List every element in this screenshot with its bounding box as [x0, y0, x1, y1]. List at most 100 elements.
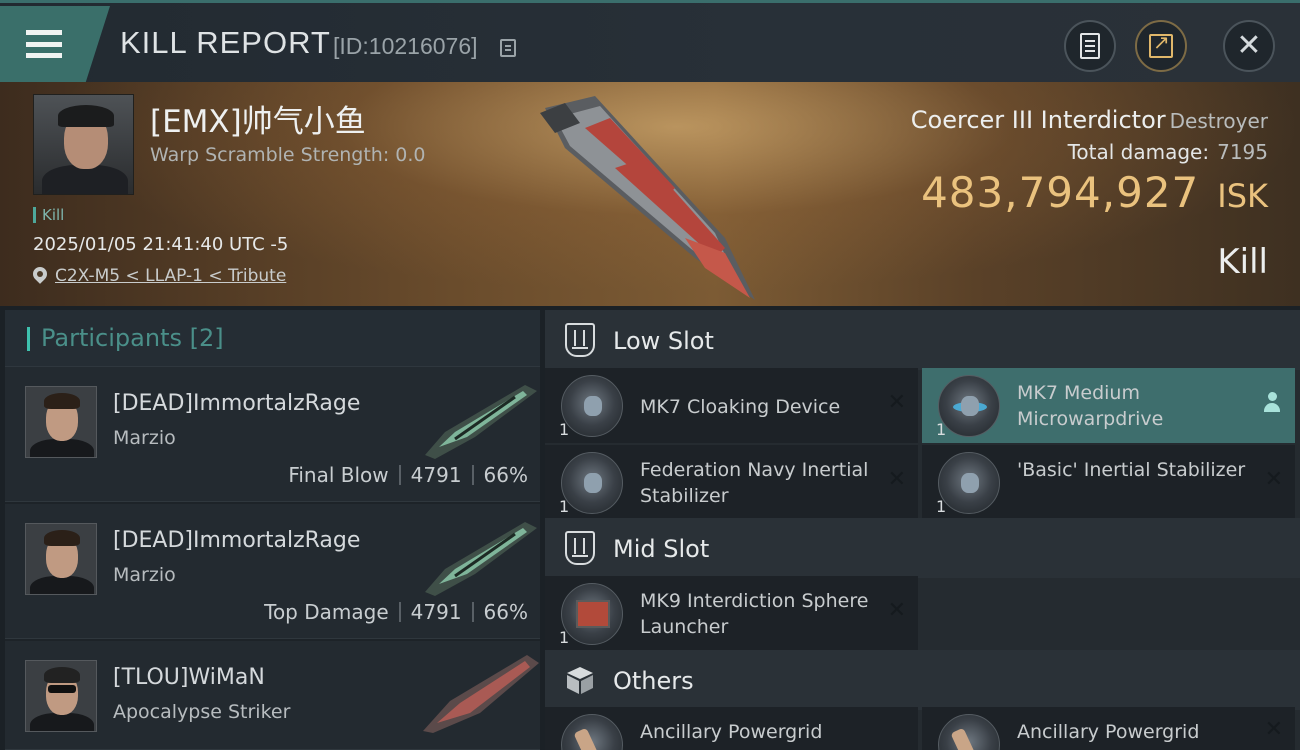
ship-type[interactable]: Coercer III Interdictor Destroyer — [911, 106, 1268, 134]
module-name: 'Basic' Inertial Stabilizer — [1017, 459, 1246, 481]
participant-damage: 4791 — [410, 600, 462, 624]
kill-timestamp: 2025/01/05 21:41:40 UTC -5 — [33, 234, 289, 255]
ship-name: Coercer III Interdictor — [910, 106, 1166, 134]
module-item[interactable]: 1 MK7 Cloaking Device ✕ — [545, 368, 918, 443]
module-name: Ancillary Powergrid — [640, 721, 823, 743]
module-icon — [561, 452, 623, 514]
participant-row[interactable]: [TLOU]WiMaN Apocalypse Striker — [5, 641, 540, 750]
module-item[interactable]: Ancillary Powergrid — [545, 707, 918, 750]
victim-portrait[interactable] — [33, 94, 134, 195]
participant-percent: 66% — [483, 600, 528, 624]
participant-ship: Marzio — [113, 427, 176, 449]
ship-class: Destroyer — [1169, 109, 1268, 133]
participant-name: [DEAD]ImmortalzRage — [113, 391, 361, 416]
report-button[interactable] — [1064, 20, 1116, 72]
module-item[interactable]: 1 'Basic' Inertial Stabilizer ✕ — [922, 445, 1295, 520]
participant-damage: 4791 — [410, 463, 462, 487]
module-item[interactable]: 1 Federation Navy Inertial Stabilizer ✕ — [545, 445, 918, 520]
participant-ship-image — [423, 655, 539, 733]
report-id: [ID:10216076] — [333, 33, 478, 59]
participant-name: [TLOU]WiMaN — [113, 665, 265, 690]
module-icon — [938, 452, 1000, 514]
participant-percent: 66% — [483, 463, 528, 487]
kill-tag: Kill — [33, 207, 64, 223]
header-bar: KILL REPORT [ID:10216076] ✕ — [0, 0, 1300, 82]
slot-shield-icon — [565, 531, 595, 565]
hamburger-icon — [26, 30, 62, 58]
result-label: Kill — [1217, 242, 1268, 282]
module-name: MK7 Medium Microwarpdrive — [1017, 382, 1164, 430]
close-button[interactable]: ✕ — [1223, 20, 1275, 72]
warp-scramble-strength: Warp Scramble Strength: 0.0 — [150, 144, 426, 166]
participants-header: Participants [2] — [5, 310, 540, 367]
total-damage: Total damage: 7195 — [1068, 140, 1268, 164]
mid-slot-title: Mid Slot — [613, 535, 710, 563]
isk-unit: ISK — [1217, 177, 1268, 215]
location-link[interactable]: C2X-M5 < LLAP-1 < Tribute — [33, 266, 286, 286]
participant-ship: Apocalypse Striker — [113, 701, 291, 723]
x-icon[interactable]: ✕ — [888, 392, 906, 414]
victim-ship-image — [540, 96, 755, 300]
module-icon — [561, 714, 623, 750]
module-quantity: 1 — [559, 497, 570, 516]
avatar[interactable] — [25, 660, 97, 732]
avatar[interactable] — [25, 523, 97, 595]
others-title: Others — [613, 667, 694, 695]
cube-icon — [567, 667, 593, 694]
module-item[interactable]: 1 MK7 Medium Microwarpdrive — [922, 368, 1295, 443]
module-quantity: 1 — [559, 420, 570, 439]
total-damage-value: 7195 — [1217, 140, 1268, 164]
total-damage-label: Total damage: — [1067, 140, 1210, 164]
participant-role: Top Damage — [264, 600, 389, 624]
share-icon — [1149, 30, 1173, 58]
mid-slot-header: Mid Slot — [545, 518, 1300, 578]
participant-ship: Marzio — [113, 564, 176, 586]
others-header: Others — [545, 650, 1300, 710]
victim-banner: [EMX]帅气小鱼 Warp Scramble Strength: 0.0 Ki… — [0, 82, 1300, 306]
participant-ship-image — [425, 385, 537, 459]
isk-value: 483,794,927 — [921, 168, 1200, 217]
module-quantity: 1 — [936, 497, 947, 516]
x-icon[interactable]: ✕ — [888, 469, 906, 491]
module-icon — [561, 583, 623, 645]
low-slot-header: Low Slot — [545, 310, 1300, 370]
menu-button[interactable] — [0, 6, 110, 82]
module-item[interactable]: 1 MK9 Interdiction Sphere Launcher ✕ — [545, 576, 918, 651]
location-text[interactable]: C2X-M5 < LLAP-1 < Tribute — [55, 266, 286, 286]
slot-shield-icon — [565, 323, 595, 357]
module-item[interactable]: Ancillary Powergrid ✕ — [922, 707, 1295, 750]
module-quantity: 1 — [936, 420, 947, 439]
module-icon — [561, 375, 623, 437]
participant-ship-image — [425, 522, 537, 596]
module-name: MK7 Cloaking Device — [640, 396, 841, 418]
page-title: KILL REPORT — [120, 25, 331, 60]
participant-stats: Top Damage 4791 66% — [264, 600, 528, 624]
close-icon: ✕ — [1236, 28, 1262, 63]
person-icon[interactable] — [1263, 392, 1281, 414]
participant-stats: Final Blow 4791 66% — [288, 463, 528, 487]
avatar[interactable] — [25, 386, 97, 458]
low-slot-title: Low Slot — [613, 327, 714, 355]
participants-panel: Participants [2] [DEAD]ImmortalzRage Mar… — [5, 310, 540, 750]
fitting-panel: Low Slot 1 MK7 Cloaking Device ✕ 1 MK7 M… — [545, 310, 1300, 750]
participants-count: [2] — [189, 324, 224, 352]
module-name: Federation Navy Inertial Stabilizer — [640, 459, 869, 507]
x-icon[interactable]: ✕ — [1265, 469, 1283, 491]
participant-name: [DEAD]ImmortalzRage — [113, 528, 361, 553]
isk-value-row: 483,794,927 ISK — [921, 168, 1268, 217]
x-icon[interactable]: ✕ — [1265, 719, 1283, 741]
clipboard-icon — [1080, 33, 1100, 59]
module-quantity: 1 — [559, 628, 570, 647]
module-name: MK9 Interdiction Sphere Launcher — [640, 590, 869, 638]
module-icon — [938, 375, 1000, 437]
participant-role: Final Blow — [288, 463, 389, 487]
participant-row[interactable]: [DEAD]ImmortalzRage Marzio Final Blow 479… — [5, 367, 540, 502]
module-name: Ancillary Powergrid — [1017, 721, 1200, 743]
victim-name[interactable]: [EMX]帅气小鱼 — [150, 96, 366, 141]
share-button[interactable] — [1135, 20, 1187, 72]
x-icon[interactable]: ✕ — [888, 600, 906, 622]
module-icon — [938, 714, 1000, 750]
copy-icon[interactable] — [500, 39, 516, 57]
participant-row[interactable]: [DEAD]ImmortalzRage Marzio Top Damage 479… — [5, 504, 540, 639]
pin-icon — [33, 267, 47, 286]
